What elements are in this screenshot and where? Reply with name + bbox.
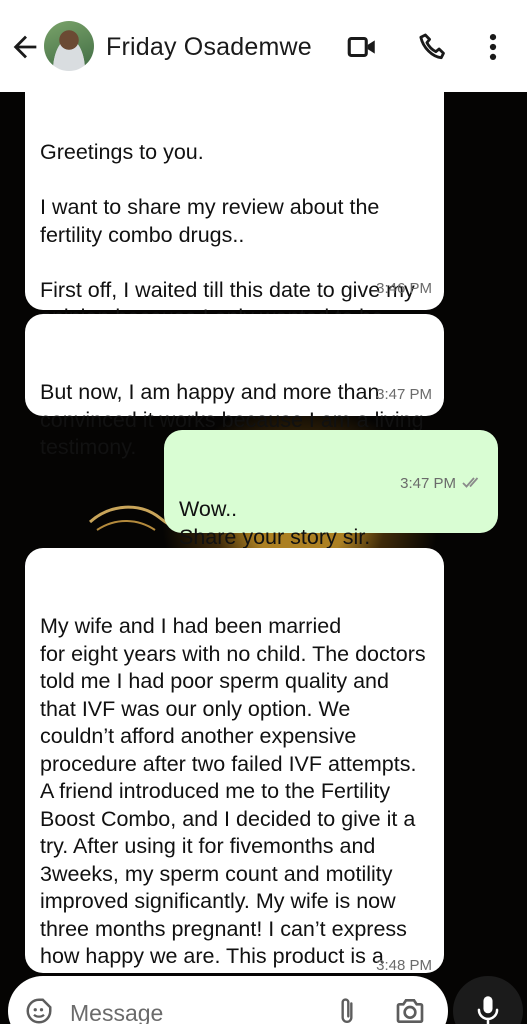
- attach-icon[interactable]: [334, 994, 360, 1024]
- message-text: My wife and I had been married for eight…: [40, 614, 426, 973]
- video-call-icon[interactable]: [345, 30, 379, 64]
- message-meta: 3:47 PM: [383, 443, 486, 526]
- avatar[interactable]: [44, 21, 94, 71]
- message-time: 3:48 PM: [376, 956, 432, 974]
- message-composer[interactable]: Message: [8, 976, 448, 1024]
- message-time: 3:46 PM: [376, 279, 432, 297]
- emoji-sticker-icon[interactable]: [24, 996, 54, 1024]
- chat-header: Friday Osademwe: [0, 0, 527, 92]
- phone-icon[interactable]: [416, 30, 450, 64]
- message-bubble-incoming[interactable]: But now, I am happy and more than convin…: [25, 314, 444, 459]
- mic-icon: [477, 996, 499, 1024]
- message-bubble-incoming[interactable]: Greetings to you. I want to share my rev…: [25, 72, 444, 357]
- contact-name[interactable]: Friday Osademwe: [106, 33, 312, 62]
- message-time: 3:47 PM: [376, 385, 432, 403]
- message-time: 3:47 PM: [400, 475, 456, 492]
- camera-icon[interactable]: [394, 996, 426, 1024]
- back-arrow-icon[interactable]: [8, 30, 42, 64]
- read-ticks-icon: [462, 477, 479, 488]
- more-vertical-icon[interactable]: [476, 30, 510, 64]
- message-bubble-outgoing[interactable]: Wow.. Share your story sir. I would love…: [164, 430, 498, 576]
- message-bubble-incoming[interactable]: My wife and I had been married for eight…: [25, 548, 444, 973]
- message-input[interactable]: Message: [70, 1000, 163, 1024]
